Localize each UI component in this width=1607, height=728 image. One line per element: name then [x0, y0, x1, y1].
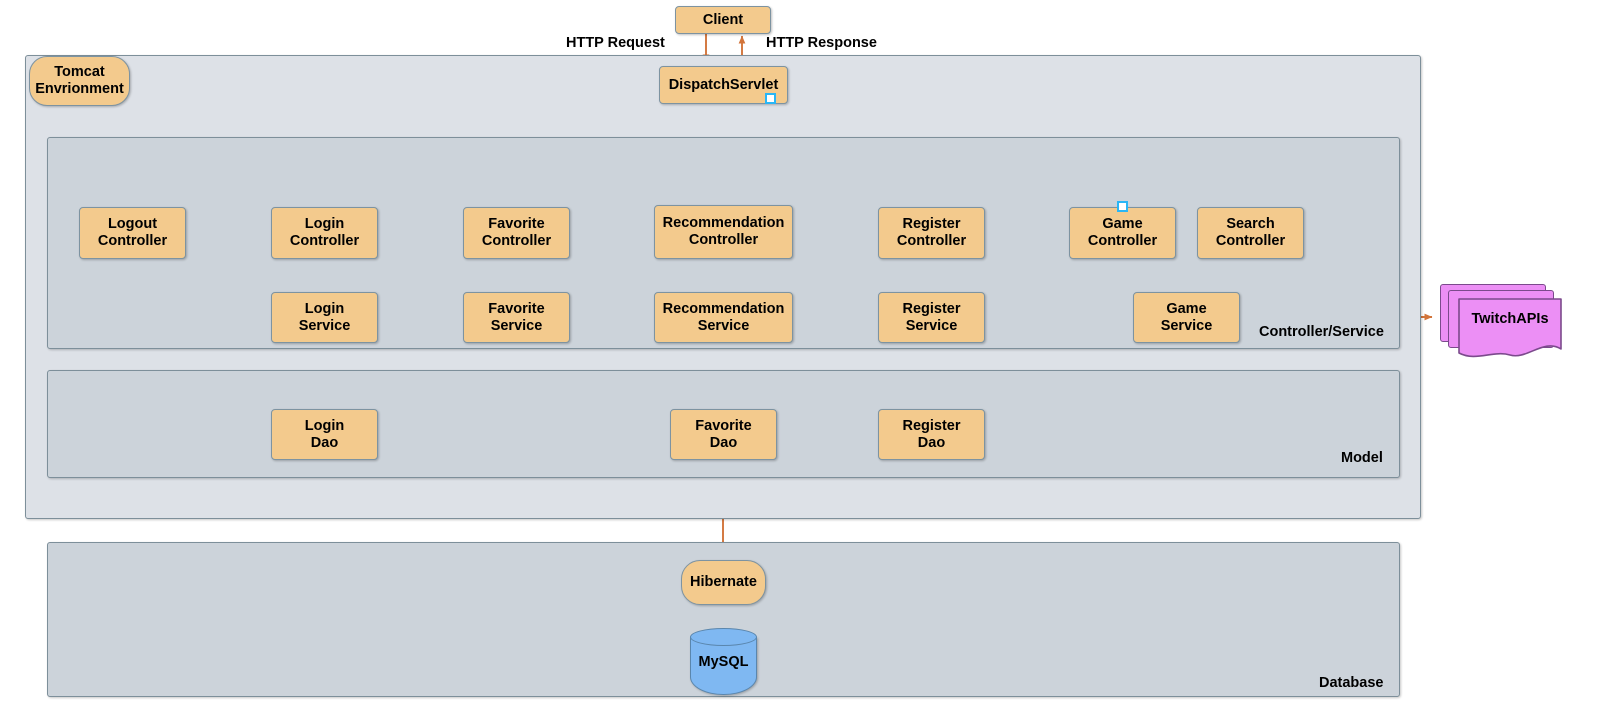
register-service-node[interactable]: Register Service — [878, 292, 985, 343]
game-controller-selection-handle[interactable] — [1117, 201, 1128, 212]
client-node[interactable]: Client — [675, 6, 771, 34]
logout-controller-node[interactable]: Logout Controller — [79, 207, 186, 259]
register-controller-node[interactable]: Register Controller — [878, 207, 985, 259]
http-request-label: HTTP Request — [566, 35, 665, 51]
login-dao-node[interactable]: Login Dao — [271, 409, 378, 460]
game-service-node[interactable]: Game Service — [1133, 292, 1240, 343]
tomcat-environment-node[interactable]: Tomcat Envrionment — [29, 56, 130, 106]
favorite-service-node[interactable]: Favorite Service — [463, 292, 570, 343]
search-controller-node[interactable]: Search Controller — [1197, 207, 1304, 259]
game-controller-node[interactable]: Game Controller — [1069, 207, 1176, 259]
database-label: Database — [1319, 675, 1384, 691]
favorite-dao-node[interactable]: Favorite Dao — [670, 409, 777, 460]
mysql-label: MySQL — [698, 653, 749, 670]
favorite-controller-node[interactable]: Favorite Controller — [463, 207, 570, 259]
model-label: Model — [1341, 450, 1383, 466]
twitch-apis-node[interactable]: TwitchAPIs — [1440, 284, 1564, 360]
hibernate-node[interactable]: Hibernate — [681, 560, 766, 605]
twitch-apis-label: TwitchAPIs — [1471, 311, 1549, 327]
http-response-label: HTTP Response — [766, 35, 877, 51]
mysql-database-node[interactable]: MySQL — [690, 628, 757, 695]
register-dao-node[interactable]: Register Dao — [878, 409, 985, 460]
login-service-node[interactable]: Login Service — [271, 292, 378, 343]
controller-service-label: Controller/Service — [1259, 324, 1384, 340]
recommendation-controller-node[interactable]: Recommendation Controller — [654, 205, 793, 259]
login-controller-node[interactable]: Login Controller — [271, 207, 378, 259]
recommendation-service-node[interactable]: Recommendation Service — [654, 292, 793, 343]
dispatch-servlet-selection-handle[interactable] — [765, 93, 776, 104]
architecture-diagram: Controller/Service Model Database Tomcat… — [0, 0, 1607, 728]
